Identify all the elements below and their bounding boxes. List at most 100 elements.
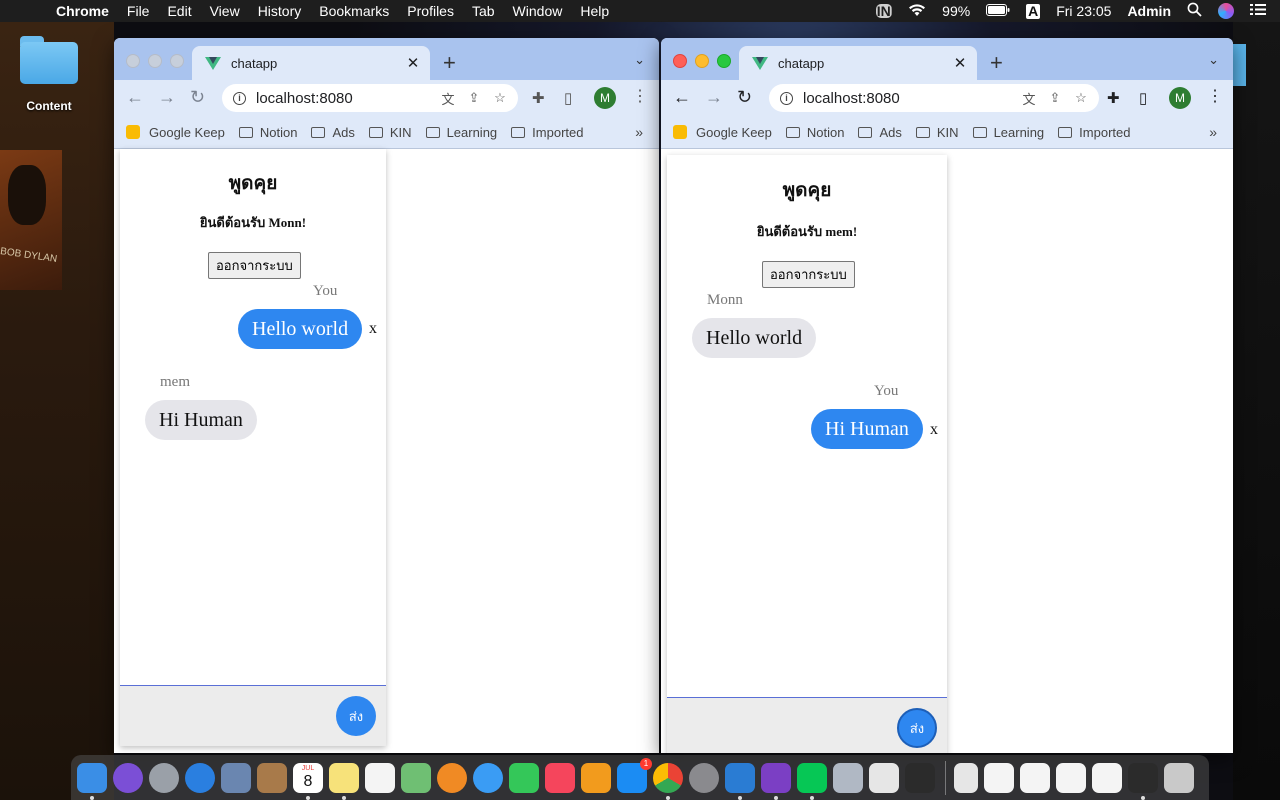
menu-profiles[interactable]: Profiles	[407, 3, 454, 19]
bookmark-imported[interactable]: Imported	[1058, 125, 1130, 140]
line-app-icon[interactable]	[797, 762, 827, 800]
bookmarks-overflow-button[interactable]: »	[1209, 124, 1217, 140]
maps-icon[interactable]	[401, 762, 431, 793]
logout-button[interactable]: ออกจากระบบ	[762, 261, 855, 288]
menu-clock[interactable]: Fri 23:05	[1056, 3, 1111, 19]
app-store-icon[interactable]: 1	[617, 757, 652, 793]
tab-close-icon[interactable]: ✕	[404, 54, 422, 72]
forward-icon[interactable]: →	[705, 87, 723, 108]
bookmark-ads[interactable]: Ads	[858, 125, 902, 140]
bookmark-google-keep[interactable]: Google Keep	[673, 125, 772, 140]
battery-icon[interactable]	[986, 3, 1010, 19]
bookmark-imported[interactable]: Imported	[511, 125, 583, 140]
apple-menu-icon[interactable]	[20, 3, 34, 19]
music-icon[interactable]	[545, 762, 575, 793]
menu-bookmarks[interactable]: Bookmarks	[319, 3, 389, 19]
address-bar[interactable]: i localhost:8080 文 ⇪ ☆	[769, 84, 1099, 112]
notes-icon[interactable]	[329, 762, 359, 800]
bookmark-kin[interactable]: KIN	[368, 125, 412, 140]
side-panel-icon[interactable]: ▯	[564, 89, 572, 107]
delete-message-button[interactable]: x	[930, 421, 938, 439]
desktop-folder-icon[interactable]	[20, 36, 78, 86]
safari-icon[interactable]	[185, 762, 215, 793]
terminal-icon[interactable]	[905, 762, 935, 793]
menu-help[interactable]: Help	[580, 3, 609, 19]
message-composer[interactable]: ส่ง	[120, 685, 386, 746]
side-panel-icon[interactable]: ▯	[1139, 89, 1147, 107]
share-icon[interactable]: ⇪	[1047, 90, 1063, 106]
finder-icon[interactable]	[77, 762, 107, 800]
system-preferences-icon[interactable]	[689, 762, 719, 793]
bookmark-learning[interactable]: Learning	[425, 125, 497, 140]
close-window-button[interactable]	[673, 54, 687, 68]
reload-icon[interactable]: ↻	[190, 87, 205, 108]
site-info-icon[interactable]: i	[233, 91, 246, 105]
address-url[interactable]: localhost:8080	[803, 90, 1021, 107]
menu-view[interactable]: View	[210, 3, 240, 19]
battery-percent[interactable]: 99%	[942, 3, 970, 19]
zoom-window-button[interactable]	[717, 54, 731, 68]
siri-app-icon[interactable]	[113, 762, 143, 793]
bookmark-star-icon[interactable]: ☆	[1073, 90, 1089, 106]
desktop-folder-label[interactable]: Content	[12, 99, 86, 113]
profile-avatar[interactable]: M	[594, 87, 616, 109]
tab-search-chevron-icon[interactable]: ⌄	[634, 52, 645, 68]
messages-icon[interactable]	[473, 762, 503, 793]
bookmark-ads[interactable]: Ads	[311, 125, 355, 140]
send-button[interactable]: ส่ง	[897, 708, 937, 748]
forward-icon[interactable]: →	[158, 87, 176, 108]
notebook-icon[interactable]	[257, 762, 287, 793]
site-info-icon[interactable]: i	[780, 91, 793, 105]
document-icon[interactable]	[954, 762, 978, 793]
facetime-icon[interactable]	[509, 762, 539, 793]
tab-close-icon[interactable]: ✕	[951, 54, 969, 72]
menu-app-name[interactable]: Chrome	[56, 3, 109, 19]
tab-search-chevron-icon[interactable]: ⌄	[1208, 52, 1219, 68]
spotlight-search-icon[interactable]	[1187, 2, 1202, 20]
utility-icon[interactable]	[833, 762, 863, 793]
vscode-icon[interactable]	[725, 762, 755, 800]
minimize-window-button[interactable]	[148, 54, 162, 68]
preview-icon[interactable]	[221, 762, 251, 793]
extensions-icon[interactable]: ✚	[1107, 89, 1120, 107]
message-composer[interactable]: ส่ง	[667, 697, 947, 753]
back-icon[interactable]: ←	[673, 87, 691, 108]
github-desktop-icon[interactable]	[761, 762, 791, 800]
translate-icon[interactable]: 文	[440, 90, 456, 107]
send-button[interactable]: ส่ง	[336, 696, 376, 736]
siri-icon[interactable]	[1218, 3, 1234, 19]
extensions-icon[interactable]: ✚	[532, 89, 545, 107]
reminders-icon[interactable]	[365, 762, 395, 793]
bookmark-google-keep[interactable]: Google Keep	[126, 125, 225, 140]
tab-chatapp[interactable]: chatapp ✕	[192, 46, 430, 80]
menu-edit[interactable]: Edit	[167, 3, 191, 19]
reload-icon[interactable]: ↻	[737, 87, 752, 108]
screenshot-stack-icon[interactable]	[1020, 762, 1050, 793]
chrome-menu-icon[interactable]: ⋮	[1207, 86, 1223, 106]
calendar-icon[interactable]: JUL 8	[293, 762, 323, 800]
bookmark-notion[interactable]: Notion	[238, 125, 297, 140]
translate-icon[interactable]: 文	[1021, 90, 1037, 107]
new-tab-button[interactable]: +	[990, 50, 1003, 76]
screenshot-stack-icon[interactable]	[1092, 762, 1122, 793]
menu-file[interactable]: File	[127, 3, 150, 19]
back-icon[interactable]: ←	[126, 87, 144, 108]
bookmark-learning[interactable]: Learning	[972, 125, 1044, 140]
address-url[interactable]: localhost:8080	[256, 90, 440, 107]
menu-tab[interactable]: Tab	[472, 3, 495, 19]
textedit-icon[interactable]	[869, 762, 899, 793]
close-window-button[interactable]	[126, 54, 140, 68]
screenshot-stack-icon[interactable]	[1056, 762, 1086, 793]
share-icon[interactable]: ⇪	[466, 90, 482, 106]
minimize-window-button[interactable]	[695, 54, 709, 68]
menu-history[interactable]: History	[258, 3, 302, 19]
launchpad-icon[interactable]	[149, 762, 179, 793]
profile-avatar[interactable]: M	[1169, 87, 1191, 109]
chrome-menu-icon[interactable]: ⋮	[632, 86, 648, 106]
photos-icon[interactable]	[437, 762, 467, 793]
screenshot-stack-icon[interactable]	[984, 762, 1014, 793]
screenshot-stack-icon[interactable]	[1128, 762, 1158, 800]
logout-button[interactable]: ออกจากระบบ	[208, 252, 301, 279]
menu-window[interactable]: Window	[513, 3, 563, 19]
zoom-window-button[interactable]	[170, 54, 184, 68]
